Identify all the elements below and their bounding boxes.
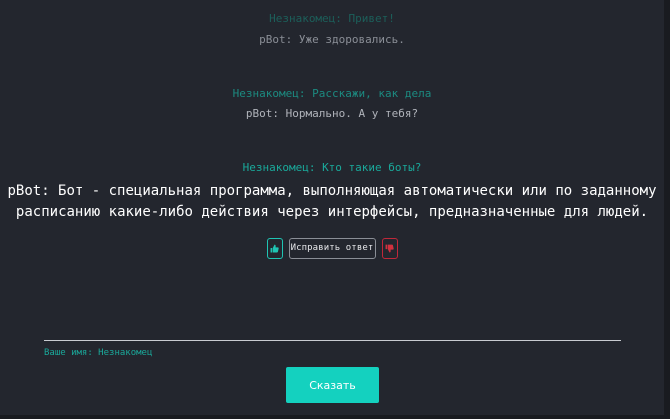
- thumbs-down-icon: [385, 244, 394, 252]
- message-bot: pBot: Уже здоровались.: [259, 33, 405, 46]
- thumbs-up-icon: [270, 244, 279, 252]
- window-frame-right: [664, 0, 670, 419]
- message-bot-latest: pBot: Бот - специальная программа, выпол…: [0, 181, 664, 223]
- send-button[interactable]: Сказать: [286, 367, 379, 403]
- like-button[interactable]: [266, 237, 283, 259]
- message-user: Незнакомец: Привет!: [269, 12, 395, 25]
- message-bot: pBot: Нормально. А у тебя?: [245, 107, 419, 120]
- chat-log[interactable]: Незнакомец: Привет! pBot: Уже здоровалис…: [0, 0, 664, 330]
- message-user: Незнакомец: Расскажи, как дела: [232, 87, 432, 100]
- dislike-button[interactable]: [381, 237, 398, 259]
- message-user: Незнакомец: Кто такие боты?: [242, 161, 422, 174]
- message-bot-line: pBot: Бот - специальная программа, выпол…: [7, 183, 657, 199]
- answer-feedback: Исправить ответ: [0, 237, 664, 259]
- message-input-underline[interactable]: [44, 340, 621, 341]
- fix-answer-button[interactable]: Исправить ответ: [288, 237, 376, 259]
- user-name-label: Ваше имя: Незнакомец: [44, 348, 153, 358]
- message-bot-line: расписанию какие-либо действия через инт…: [15, 204, 649, 220]
- window-frame-bottom: [0, 415, 670, 419]
